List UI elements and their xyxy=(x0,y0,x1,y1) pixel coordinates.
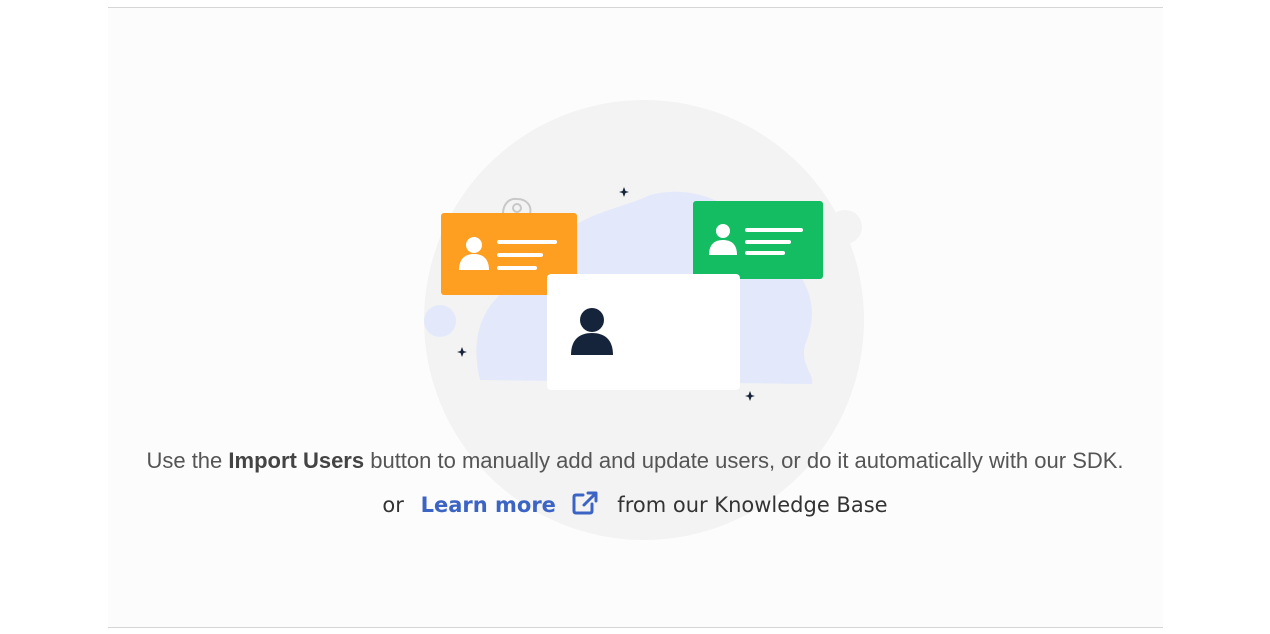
empty-state-message: Use the Import Users button to manually … xyxy=(0,448,1270,474)
message-prefix: Use the xyxy=(146,448,229,473)
message-suffix: button to manually add and update users,… xyxy=(364,448,1124,473)
learn-more-row: or Learn more from our Knowledge Base xyxy=(0,490,1270,521)
external-link-icon[interactable] xyxy=(571,490,599,521)
learn-more-link[interactable]: Learn more xyxy=(421,493,556,517)
knowledge-base-text: from our Knowledge Base xyxy=(617,493,888,517)
or-label: or xyxy=(382,493,404,517)
empty-state-panel xyxy=(108,7,1163,628)
import-users-emphasis: Import Users xyxy=(228,448,365,473)
